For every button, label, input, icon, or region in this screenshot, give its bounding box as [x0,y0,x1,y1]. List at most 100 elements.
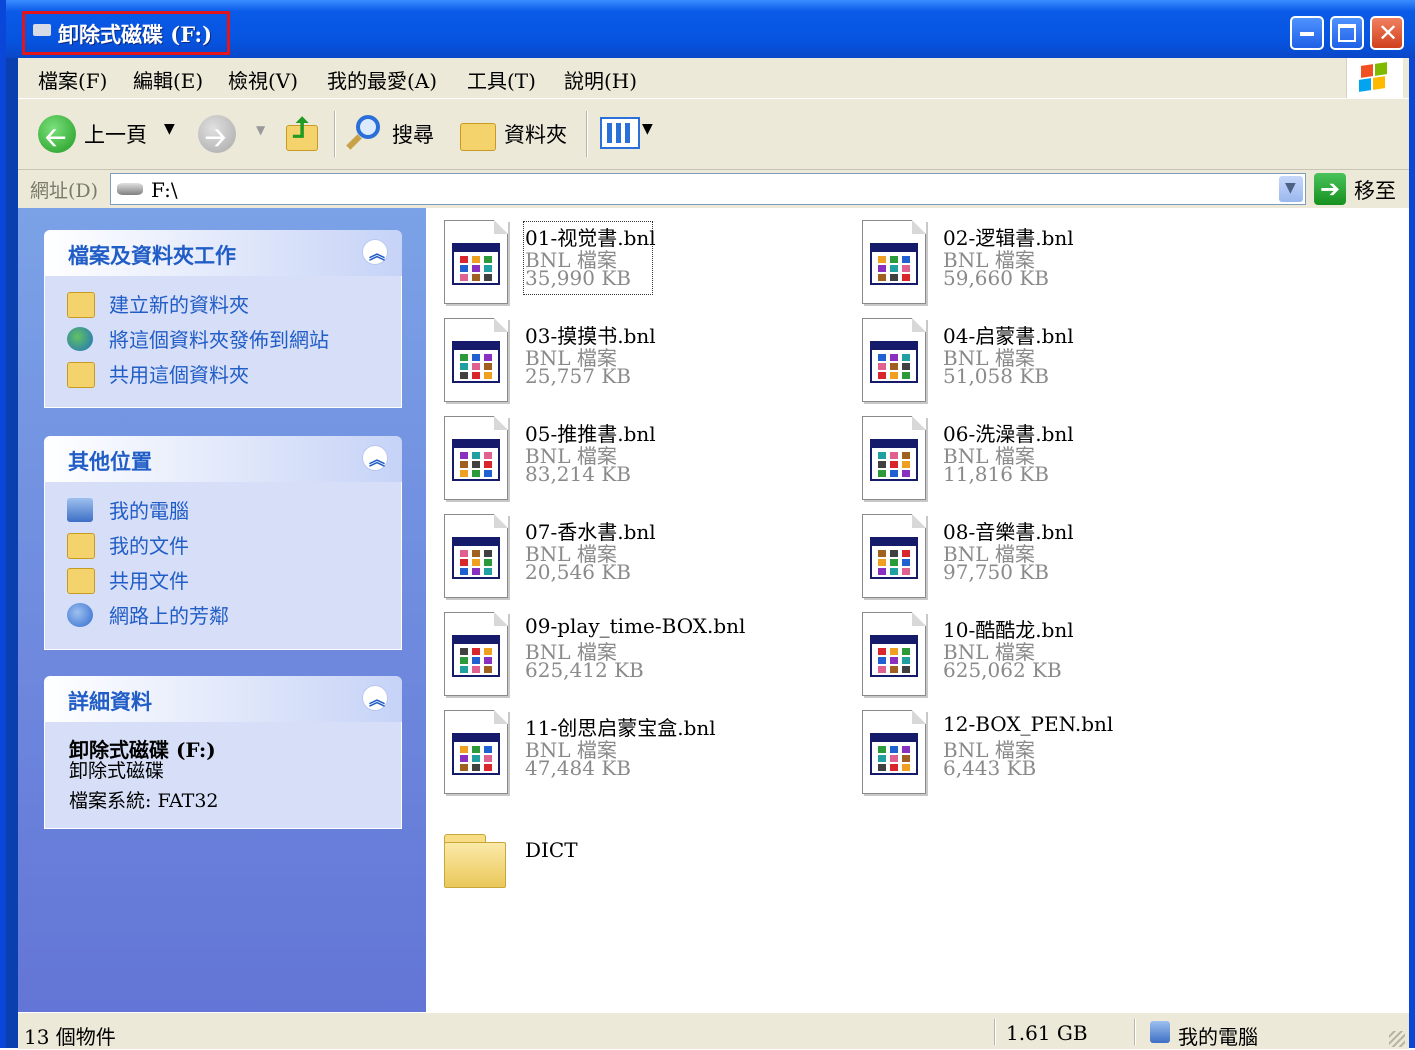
place-label: 我的電腦 [109,499,189,523]
menu-file[interactable]: 檔案(F) [38,65,107,94]
up-folder-button[interactable]: ⮥ [284,111,320,153]
task-publish-web[interactable]: 將這個資料夾發佈到網站 [45,321,401,356]
menu-bar: 檔案(F) 編輯(E) 檢視(V) 我的最愛(A) 工具(T) 說明(H) [18,58,1409,99]
place-label: 我的文件 [109,534,189,558]
back-button[interactable]: 🡠 [38,115,76,153]
file-item[interactable]: 07-香水書.bnl BNL 檔案 20,546 KB [442,510,842,600]
place-network[interactable]: 網路上的芳鄰 [45,597,401,632]
file-size: 83,214 KB [525,462,631,486]
file-item[interactable]: 03-摸摸书.bnl BNL 檔案 25,757 KB [442,314,842,404]
close-button[interactable]: ✕ [1370,16,1404,50]
go-label[interactable]: 移至 [1354,175,1396,205]
bnl-file-icon [860,314,930,402]
network-icon [67,603,93,627]
views-dropdown-icon[interactable]: ▼ [642,121,653,137]
bnl-file-icon [442,216,512,304]
toolbar: 🡠 上一頁 ▼ 🡢 ▼ ⮥ 搜尋 資料夾 ▼ [18,99,1409,170]
task-label: 將這個資料夾發佈到網站 [109,328,329,352]
task-pane: 檔案及資料夾工作 ︽ 建立新的資料夾 將這個資料夾發佈到網站 共用這個資料夾 其… [18,208,426,1012]
file-item[interactable]: 11-创思启蒙宝盒.bnl BNL 檔案 47,484 KB [442,706,842,796]
details-panel: 詳細資料 ︽ 卸除式磁碟 (F:) 卸除式磁碟 檔案系統: FAT32 [44,676,402,829]
file-item[interactable]: 01-视觉書.bnl BNL 檔案 35,990 KB [442,216,842,306]
panel-title: 其他位置 [68,449,152,474]
file-item[interactable]: 02-逻辑書.bnl BNL 檔案 59,660 KB [860,216,1260,306]
address-bar: 網址(D) F:\ ▼ ➔ 移至 [18,170,1409,208]
go-arrow-icon: ➔ [1320,175,1341,203]
views-icon [607,123,633,143]
file-name: 09-play_time-BOX.bnl [525,614,746,638]
bnl-file-icon [860,216,930,304]
folder-item[interactable]: DICT [442,818,842,908]
minimize-icon [1300,32,1314,36]
file-item[interactable]: 09-play_time-BOX.bnl BNL 檔案 625,412 KB [442,608,842,698]
file-name: 12-BOX_PEN.bnl [943,712,1114,736]
forward-arrow-icon: 🡢 [205,123,227,153]
back-label[interactable]: 上一頁 [84,119,147,149]
resize-grip-icon[interactable] [1389,1031,1405,1047]
collapse-button[interactable]: ︽ [362,445,388,471]
back-dropdown-icon[interactable]: ▼ [164,121,175,137]
forward-button[interactable]: 🡢 [198,115,236,153]
menu-favorites[interactable]: 我的最愛(A) [327,65,437,94]
place-my-computer[interactable]: 我的電腦 [45,492,401,527]
explorer-window: 卸除式磁碟 (F:) ✕ 檔案(F) 編輯(E) 檢視(V) 我的最愛(A) 工… [0,0,1415,1049]
task-label: 共用這個資料夾 [109,363,249,387]
file-size: 6,443 KB [943,756,1037,780]
window-title: 卸除式磁碟 (F:) [58,22,213,47]
bnl-file-icon [442,412,512,500]
views-button[interactable] [600,117,640,149]
details-filesystem: 檔案系統: FAT32 [69,790,219,812]
place-my-documents[interactable]: 我的文件 [45,527,401,562]
bnl-file-icon [442,608,512,696]
address-field[interactable]: F:\ ▼ [110,173,1306,205]
share-folder-icon [67,362,95,388]
new-folder-icon [67,292,95,318]
file-tasks-header[interactable]: 檔案及資料夾工作 ︽ [44,230,402,276]
file-size: 25,757 KB [525,364,631,388]
back-arrow-icon: 🡠 [45,123,67,153]
menu-edit[interactable]: 編輯(E) [133,65,203,94]
other-places-header[interactable]: 其他位置 ︽ [44,436,402,482]
forward-dropdown-icon[interactable]: ▼ [256,123,265,137]
bnl-file-icon [442,314,512,402]
folder-icon [444,828,506,888]
search-button[interactable] [346,113,388,155]
title-bar[interactable]: 卸除式磁碟 (F:) ✕ [6,0,1415,58]
file-item[interactable]: 06-洗澡書.bnl BNL 檔案 11,816 KB [860,412,1260,502]
file-size: 97,750 KB [943,560,1049,584]
details-header[interactable]: 詳細資料 ︽ [44,676,402,722]
folders-label[interactable]: 資料夾 [504,119,567,149]
other-places-panel: 其他位置 ︽ 我的電腦 我的文件 共用文件 網路上的芳鄰 [44,436,402,650]
file-size: 20,546 KB [525,560,631,584]
collapse-button[interactable]: ︽ [362,239,388,265]
status-size: 1.61 GB [1006,1021,1088,1045]
minimize-button[interactable] [1290,16,1324,50]
documents-folder-icon [67,533,95,559]
file-item[interactable]: 12-BOX_PEN.bnl BNL 檔案 6,443 KB [860,706,1260,796]
file-item[interactable]: 08-音樂書.bnl BNL 檔案 97,750 KB [860,510,1260,600]
place-shared-documents[interactable]: 共用文件 [45,562,401,597]
close-icon: ✕ [1378,19,1399,47]
menu-view[interactable]: 檢視(V) [228,65,298,94]
file-item[interactable]: 05-推推書.bnl BNL 檔案 83,214 KB [442,412,842,502]
status-location: 我的電腦 [1178,1025,1258,1049]
address-dropdown-button[interactable]: ▼ [1279,176,1303,202]
task-share-folder[interactable]: 共用這個資料夾 [45,356,401,391]
menu-tools[interactable]: 工具(T) [467,65,536,94]
chevron-up-icon: ︽ [369,450,386,469]
panel-title: 檔案及資料夾工作 [68,243,236,268]
folders-button[interactable] [458,115,498,151]
collapse-button[interactable]: ︽ [362,685,388,711]
chevron-up-icon: ︽ [369,690,386,709]
file-item[interactable]: 04-启蒙書.bnl BNL 檔案 51,058 KB [860,314,1260,404]
bnl-file-icon [860,706,930,794]
search-label[interactable]: 搜尋 [392,119,434,149]
maximize-button[interactable] [1330,16,1364,50]
go-button[interactable]: ➔ [1314,173,1346,205]
menu-help[interactable]: 說明(H) [564,65,637,94]
address-value: F:\ [151,178,178,202]
file-size: 59,660 KB [943,266,1049,290]
task-new-folder[interactable]: 建立新的資料夾 [45,286,401,321]
file-list: 01-视觉書.bnl BNL 檔案 35,990 KB 02-逻辑書.bnl BNL 檔… [426,208,1409,1012]
file-item[interactable]: 10-酷酷龙.bnl BNL 檔案 625,062 KB [860,608,1260,698]
